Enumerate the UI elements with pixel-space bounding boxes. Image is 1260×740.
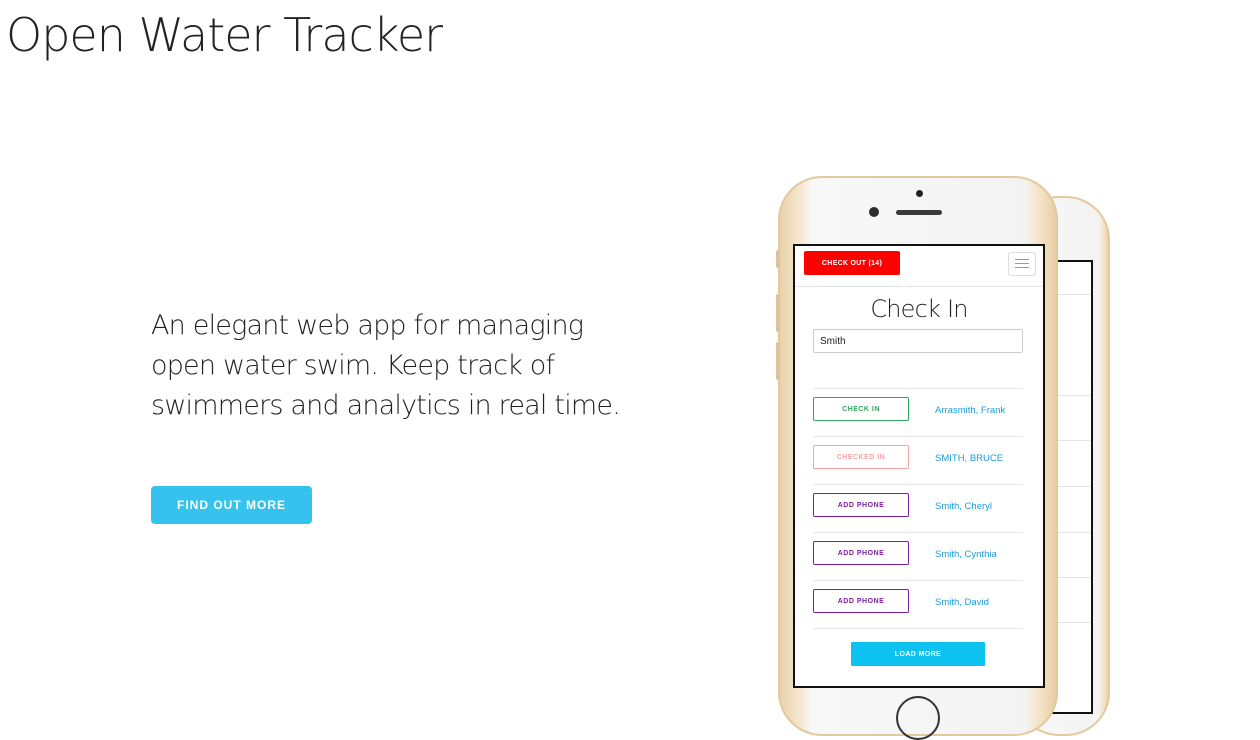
swimmer-name-link[interactable]: Smith, David (935, 597, 989, 608)
list-item: ADD PHONE Smith, David (813, 580, 1023, 628)
find-out-more-button[interactable]: FIND OUT MORE (151, 486, 312, 524)
swimmer-name-link[interactable]: SMITH, BRUCE (935, 453, 1003, 464)
search-input[interactable] (813, 329, 1023, 353)
phone-mockup-front: CHECK OUT (14) Check In CHECK IN Arrasmi… (776, 176, 1058, 740)
home-button-icon (896, 696, 940, 740)
swimmer-name-link[interactable]: Smith, Cynthia (935, 549, 997, 560)
add-phone-button[interactable]: ADD PHONE (813, 493, 909, 517)
app-page-title: Check In (870, 295, 968, 323)
phone-side-button (776, 250, 780, 268)
list-item: ADD PHONE Smith, Cheryl (813, 484, 1023, 532)
site-title: Open Water Tracker (6, 8, 443, 62)
front-camera-icon (869, 207, 879, 217)
swimmer-name-link[interactable]: Arrasmith, Frank (935, 405, 1005, 416)
phone-side-button (776, 342, 780, 380)
swimmer-name-link[interactable]: Smith, Cheryl (935, 501, 992, 512)
hamburger-menu-icon[interactable] (1008, 252, 1036, 276)
add-phone-button[interactable]: ADD PHONE (813, 541, 909, 565)
phone-side-button (776, 294, 780, 332)
earpiece-icon (896, 210, 942, 215)
divider (813, 628, 1023, 629)
list-item: ADD PHONE Smith, Cynthia (813, 532, 1023, 580)
checked-in-button[interactable]: CHECKED IN (813, 445, 909, 469)
add-phone-button[interactable]: ADD PHONE (813, 589, 909, 613)
checkout-button[interactable]: CHECK OUT (14) (804, 251, 900, 275)
app-header: CHECK OUT (14) (795, 246, 1043, 287)
check-in-button[interactable]: CHECK IN (813, 397, 909, 421)
load-more-button[interactable]: LOAD MORE (851, 642, 985, 666)
hero-tagline: An elegant web app for managing open wat… (151, 310, 621, 421)
swimmer-list: CHECK IN Arrasmith, Frank CHECKED IN SMI… (813, 388, 1023, 629)
app-screen: CHECK OUT (14) Check In CHECK IN Arrasmi… (793, 244, 1045, 688)
proximity-sensor-icon (916, 190, 923, 197)
list-item: CHECK IN Arrasmith, Frank (813, 388, 1023, 436)
list-item: CHECKED IN SMITH, BRUCE (813, 436, 1023, 484)
